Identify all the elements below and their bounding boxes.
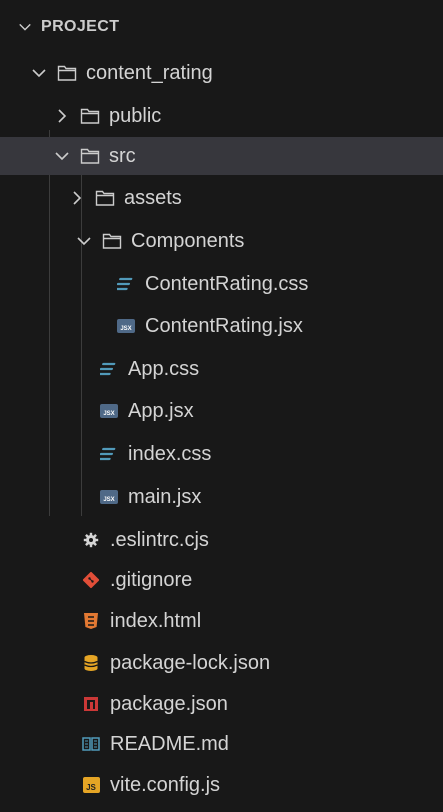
css-file-icon	[116, 274, 136, 294]
tree-file-index-html[interactable]: index.html	[0, 602, 443, 640]
folder-icon	[80, 106, 100, 126]
tree-file-main-jsx[interactable]: JSX main.jsx	[0, 478, 443, 516]
tree-folder-content-rating[interactable]: content_rating	[0, 54, 443, 92]
folder-icon	[57, 63, 77, 83]
npm-package-icon	[81, 694, 101, 714]
tree-file-package-json[interactable]: package.json	[0, 685, 443, 723]
tree-file-index-css[interactable]: index.css	[0, 435, 443, 473]
tree-item-label: App.css	[128, 357, 200, 380]
git-icon	[81, 570, 101, 590]
chevron-down-icon	[19, 23, 31, 31]
tree-item-label: content_rating	[86, 61, 213, 84]
chevron-right-icon	[58, 109, 67, 123]
tree-item-label: App.jsx	[128, 399, 194, 422]
tree-item-label: Components	[131, 229, 245, 252]
tree-item-label: README.md	[110, 732, 229, 755]
tree-file-contentrating-css[interactable]: ContentRating.css	[0, 265, 443, 303]
jsx-file-icon: JSX	[99, 487, 119, 507]
folder-icon	[95, 188, 115, 208]
tree-item-label: ContentRating.jsx	[145, 314, 303, 337]
tree-file-package-lock-json[interactable]: package-lock.json	[0, 644, 443, 682]
tree-item-label: assets	[124, 186, 182, 209]
tree-item-label: package.json	[110, 692, 228, 715]
tree-file-vite-config[interactable]: JS vite.config.js	[0, 766, 443, 804]
jsx-file-icon: JSX	[99, 401, 119, 421]
folder-icon	[80, 146, 100, 166]
tree-item-label: index.html	[110, 609, 202, 632]
gear-icon	[81, 530, 101, 550]
tree-item-label: src	[109, 144, 136, 167]
tree-folder-assets[interactable]: assets	[0, 179, 443, 217]
tree-item-label: ContentRating.css	[145, 272, 309, 295]
js-file-icon: JS	[81, 775, 101, 795]
tree-item-label: vite.config.js	[110, 773, 221, 796]
tree-file-readme[interactable]: README.md	[0, 725, 443, 763]
tree-folder-src[interactable]: src	[0, 137, 443, 175]
tree-item-label: index.css	[128, 442, 212, 465]
tree-folder-components[interactable]: Components	[0, 222, 443, 260]
tree-folder-public[interactable]: public	[0, 97, 443, 135]
chevron-down-icon	[77, 237, 91, 246]
tree-file-eslintrc[interactable]: .eslintrc.cjs	[0, 521, 443, 559]
tree-item-label: .eslintrc.cjs	[110, 528, 209, 551]
tree-item-label: public	[109, 104, 162, 127]
html-file-icon	[81, 611, 101, 631]
css-file-icon	[99, 359, 119, 379]
chevron-right-icon	[73, 191, 82, 205]
jsx-file-icon: JSX	[116, 316, 136, 336]
chevron-down-icon	[55, 152, 69, 161]
tree-item-label: package-lock.json	[110, 651, 271, 674]
file-explorer: PROJECT content_rating public src assets	[0, 0, 443, 812]
folder-icon	[102, 231, 122, 251]
database-icon	[81, 653, 101, 673]
explorer-section-header[interactable]: PROJECT	[0, 0, 443, 54]
tree-file-app-css[interactable]: App.css	[0, 350, 443, 388]
tree-item-label: main.jsx	[128, 485, 202, 508]
chevron-down-icon	[32, 69, 46, 78]
tree-file-app-jsx[interactable]: JSX App.jsx	[0, 392, 443, 430]
css-file-icon	[99, 444, 119, 464]
tree-file-contentrating-jsx[interactable]: JSX ContentRating.jsx	[0, 307, 443, 345]
section-title: PROJECT	[41, 18, 120, 35]
readme-icon	[81, 734, 101, 754]
tree-file-gitignore[interactable]: .gitignore	[0, 561, 443, 599]
tree-item-label: .gitignore	[110, 568, 193, 591]
